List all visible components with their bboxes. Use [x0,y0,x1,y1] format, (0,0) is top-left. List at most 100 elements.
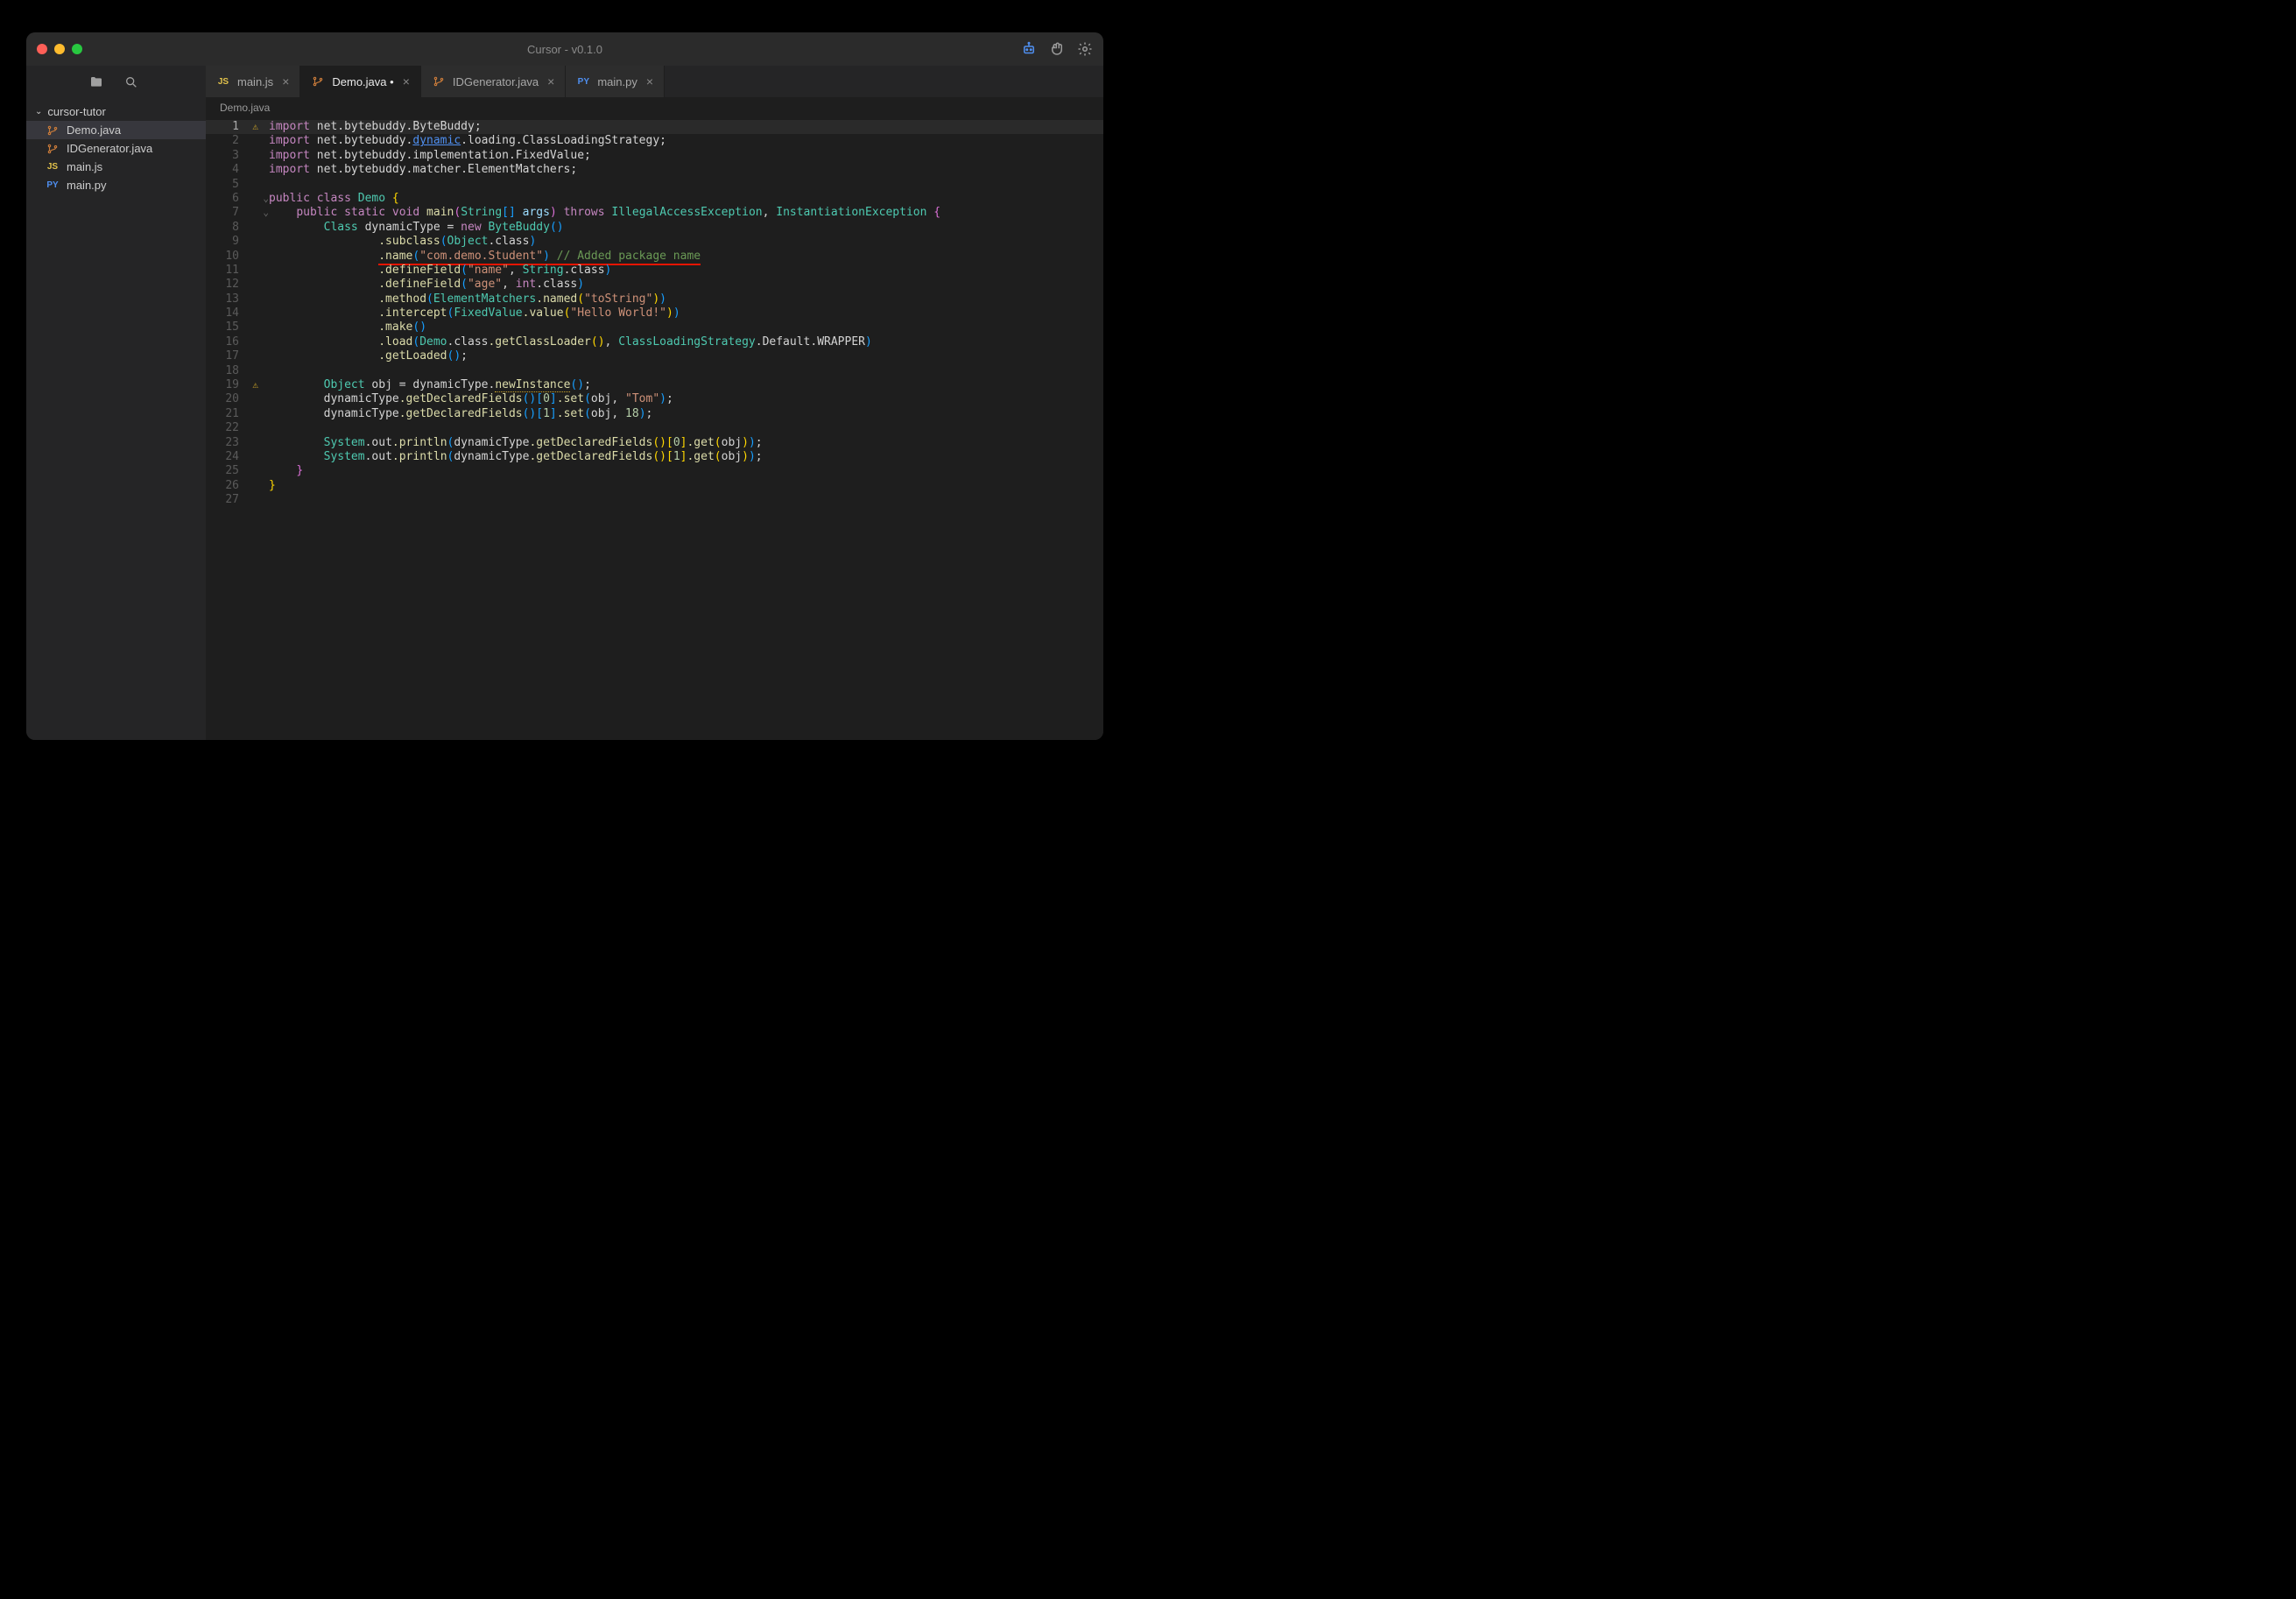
tree-item[interactable]: Demo.java [26,121,206,139]
line-number[interactable]: 24 [206,450,269,464]
line-number[interactable]: 27 [206,493,269,507]
code-line[interactable]: .load(Demo.class.getClassLoader(), Class… [269,335,1103,349]
line-number[interactable]: 5 [206,178,269,192]
tab-close-icon[interactable]: × [546,74,556,88]
tab-label: IDGenerator.java [453,75,539,88]
js-file-icon: JS [216,77,230,87]
app-window: Cursor - v0.1.0 [26,32,1103,740]
git-branch-icon [432,75,446,88]
code-line[interactable]: .subclass(Object.class) [269,235,1103,249]
line-number[interactable]: 25 [206,464,269,478]
tree-item[interactable]: IDGenerator.java [26,139,206,158]
line-number[interactable]: 17 [206,349,269,363]
editor-main: JSmain.js×Demo.java •×IDGenerator.java×P… [206,66,1103,740]
settings-gear-icon[interactable] [1077,41,1093,57]
line-number[interactable]: 11 [206,264,269,278]
app-body: ⌄ cursor-tutor Demo.java IDGenerator.java… [26,66,1103,740]
code-line[interactable]: System.out.println(dynamicType.getDeclar… [269,450,1103,464]
code-line[interactable]: } [269,479,1103,493]
code-line[interactable]: public class Demo { [269,192,1103,206]
tree-folder-root[interactable]: ⌄ cursor-tutor [26,102,206,121]
tree-item-label: IDGenerator.java [67,142,152,155]
line-gutter: 1234567891011121314151617181920212223242… [206,118,269,740]
code-area[interactable]: import net.bytebuddy.ByteBuddy;import ne… [269,118,1103,740]
search-icon[interactable] [124,75,138,89]
sidebar: ⌄ cursor-tutor Demo.java IDGenerator.java… [26,66,206,740]
py-file-icon: PY [576,77,590,87]
code-line[interactable]: .method(ElementMatchers.named("toString"… [269,292,1103,306]
code-line[interactable]: .intercept(FixedValue.value("Hello World… [269,306,1103,321]
line-number[interactable]: 1 [206,120,269,134]
editor-tabs: JSmain.js×Demo.java •×IDGenerator.java×P… [206,66,1103,97]
line-number[interactable]: 15 [206,321,269,335]
git-branch-icon [311,75,325,88]
tab-close-icon[interactable]: × [644,74,655,88]
line-number[interactable]: 16 [206,335,269,349]
code-line[interactable]: System.out.println(dynamicType.getDeclar… [269,436,1103,450]
line-number[interactable]: 20 [206,392,269,406]
titlebar: Cursor - v0.1.0 [26,32,1103,66]
code-line[interactable]: import net.bytebuddy.implementation.Fixe… [269,149,1103,163]
sidebar-toolbar [26,66,206,99]
line-number[interactable]: 6 [206,192,269,206]
tab-label: Demo.java • [332,75,393,88]
window-minimize-button[interactable] [54,44,65,54]
code-line[interactable]: .defineField("age", int.class) [269,278,1103,292]
titlebar-actions [1021,41,1093,57]
code-line[interactable]: Class dynamicType = new ByteBuddy() [269,221,1103,235]
ai-robot-icon[interactable] [1021,41,1037,57]
line-number[interactable]: 10 [206,250,269,264]
tree-item-label: main.js [67,160,102,173]
breadcrumb[interactable]: Demo.java [206,97,1103,118]
line-number[interactable]: 2 [206,134,269,148]
tab-label: main.js [237,75,273,88]
code-line[interactable]: dynamicType.getDeclaredFields()[0].set(o… [269,392,1103,406]
line-number[interactable]: 23 [206,436,269,450]
breadcrumb-label: Demo.java [220,102,270,114]
editor-tab[interactable]: Demo.java • × [300,66,421,97]
tab-close-icon[interactable]: × [401,74,412,88]
window-maximize-button[interactable] [72,44,82,54]
tab-label: main.py [597,75,637,88]
window-title: Cursor - v0.1.0 [527,43,602,56]
code-line[interactable] [269,364,1103,378]
code-line[interactable]: Object obj = dynamicType.newInstance(); [269,378,1103,392]
line-number[interactable]: 14 [206,306,269,321]
line-number[interactable]: 13 [206,292,269,306]
tree-item[interactable]: JSmain.js [26,158,206,176]
editor-tab[interactable]: PY main.py × [566,66,665,97]
code-line[interactable]: .name("com.demo.Student") // Added packa… [269,250,1103,264]
line-number[interactable]: 22 [206,421,269,435]
code-editor[interactable]: 1234567891011121314151617181920212223242… [206,118,1103,740]
code-line[interactable] [269,178,1103,192]
line-number[interactable]: 12 [206,278,269,292]
code-line[interactable]: .make() [269,321,1103,335]
code-line[interactable]: import net.bytebuddy.matcher.ElementMatc… [269,163,1103,177]
line-number[interactable]: 8 [206,221,269,235]
line-number[interactable]: 26 [206,479,269,493]
code-line[interactable]: .getLoaded(); [269,349,1103,363]
tab-close-icon[interactable]: × [280,74,291,88]
code-line[interactable]: import net.bytebuddy.dynamic.loading.Cla… [269,134,1103,148]
code-line[interactable]: import net.bytebuddy.ByteBuddy; [269,120,1103,134]
editor-tab[interactable]: JS main.js × [206,66,300,97]
line-number[interactable]: 21 [206,407,269,421]
code-line[interactable]: dynamicType.getDeclaredFields()[1].set(o… [269,407,1103,421]
editor-tab[interactable]: IDGenerator.java × [421,66,566,97]
code-line[interactable] [269,493,1103,507]
code-line[interactable]: } [269,464,1103,478]
window-close-button[interactable] [37,44,47,54]
line-number[interactable]: 4 [206,163,269,177]
code-line[interactable] [269,421,1103,435]
folder-icon[interactable] [89,75,103,89]
line-number[interactable]: 9 [206,235,269,249]
tree-item-label: Demo.java [67,123,121,137]
code-line[interactable]: .defineField("name", String.class) [269,264,1103,278]
line-number[interactable]: 18 [206,364,269,378]
line-number[interactable]: 3 [206,149,269,163]
line-number[interactable]: 7 [206,206,269,220]
code-line[interactable]: public static void main(String[] args) t… [269,206,1103,220]
wave-icon[interactable] [1049,41,1065,57]
tree-item[interactable]: PYmain.py [26,176,206,194]
line-number[interactable]: 19 [206,378,269,392]
